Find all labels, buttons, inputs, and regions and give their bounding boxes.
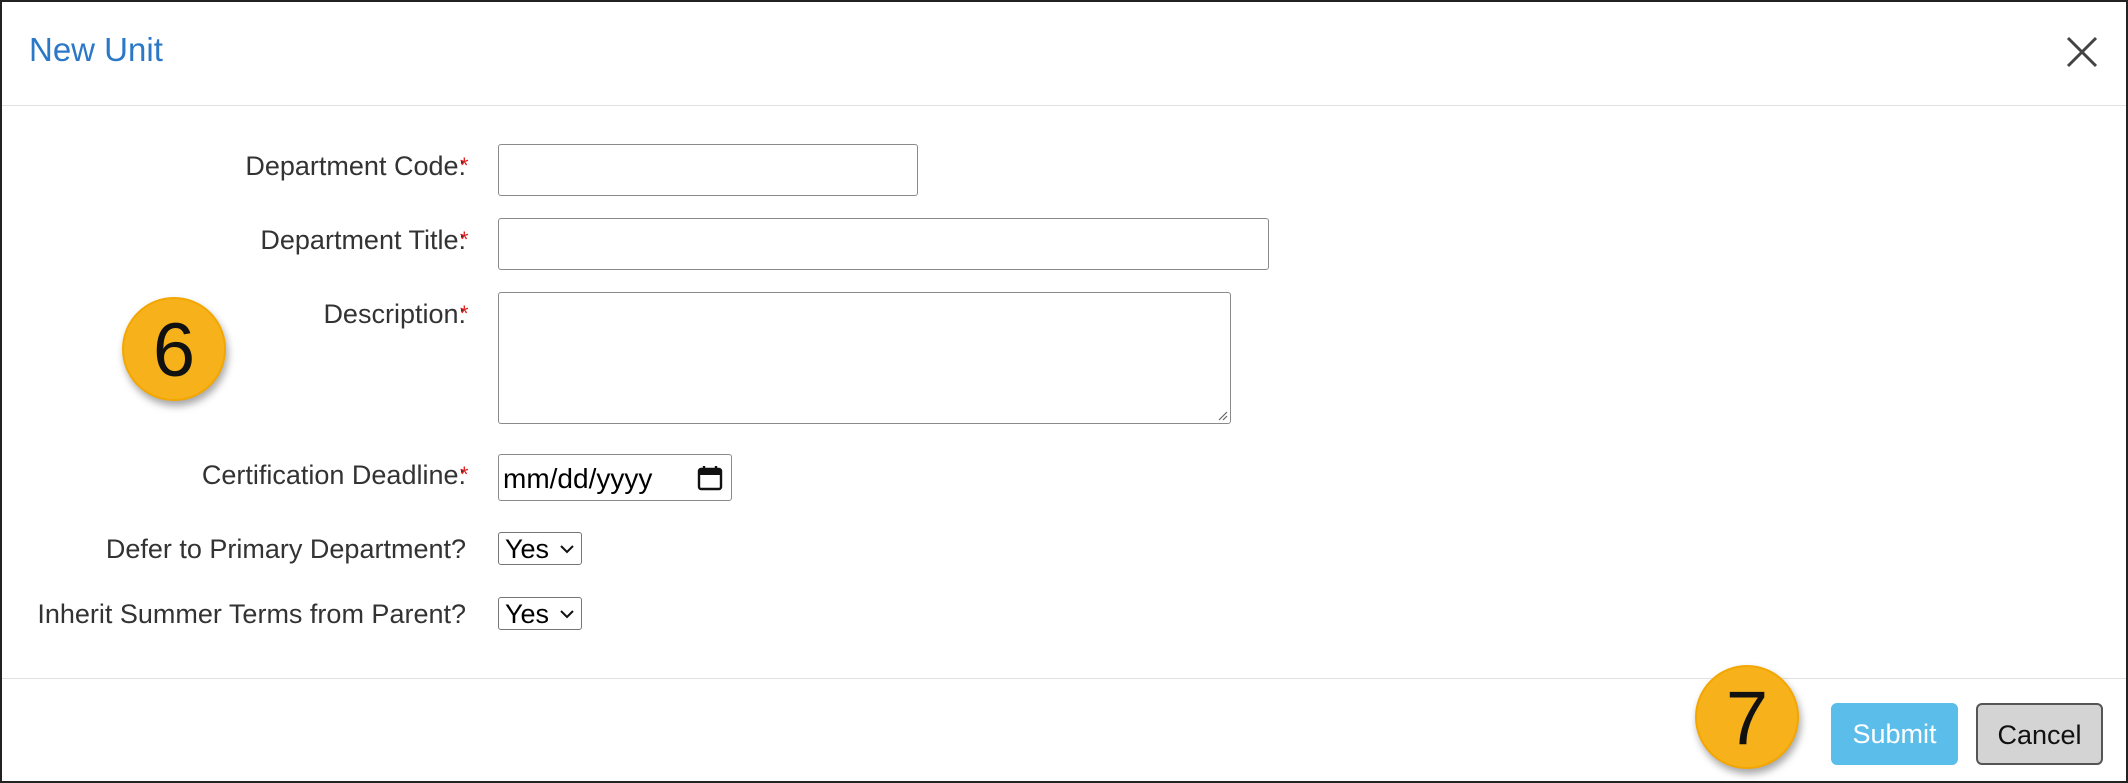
defer-primary-label: Defer to Primary Department? — [105, 534, 466, 564]
required-marker: * — [460, 227, 469, 252]
new-unit-dialog: New Unit Department Code: * Department T… — [0, 0, 2128, 783]
dialog-footer: 7 Submit Cancel — [2, 665, 2126, 783]
inherit-summer-value: Yes — [505, 599, 550, 629]
required-marker: * — [460, 153, 469, 178]
department-title-input[interactable] — [498, 218, 1269, 270]
step-marker-6: 6 — [122, 297, 226, 401]
dialog-header: New Unit — [2, 2, 2126, 106]
resize-grip-icon[interactable] — [1216, 409, 1228, 421]
chevron-down-icon — [560, 610, 574, 619]
submit-button[interactable]: Submit — [1831, 703, 1958, 765]
department-code-label: Department Code: — [245, 151, 466, 181]
description-textarea[interactable] — [498, 292, 1231, 424]
required-marker: * — [460, 301, 469, 326]
dialog-title: New Unit — [29, 31, 163, 68]
date-placeholder: mm/dd/yyyy — [503, 463, 653, 494]
defer-primary-value: Yes — [505, 534, 550, 564]
required-marker: * — [460, 462, 469, 487]
description-label: Description: — [323, 299, 466, 329]
close-icon[interactable] — [2058, 28, 2106, 76]
certification-deadline-label: Certification Deadline: — [201, 460, 466, 490]
inherit-summer-label: Inherit Summer Terms from Parent? — [37, 599, 466, 629]
step-marker-7: 7 — [1695, 665, 1799, 769]
cancel-button[interactable]: Cancel — [1976, 703, 2103, 765]
certification-deadline-input[interactable]: mm/dd/yyyy — [498, 454, 732, 501]
defer-primary-select[interactable]: Yes — [498, 532, 582, 565]
calendar-icon[interactable] — [697, 465, 723, 491]
department-code-input[interactable] — [498, 144, 918, 196]
dialog-body: Department Code: * Department Title: * D… — [2, 107, 2126, 679]
inherit-summer-select[interactable]: Yes — [498, 597, 582, 630]
department-title-label: Department Title: — [260, 225, 466, 255]
chevron-down-icon — [560, 545, 574, 554]
